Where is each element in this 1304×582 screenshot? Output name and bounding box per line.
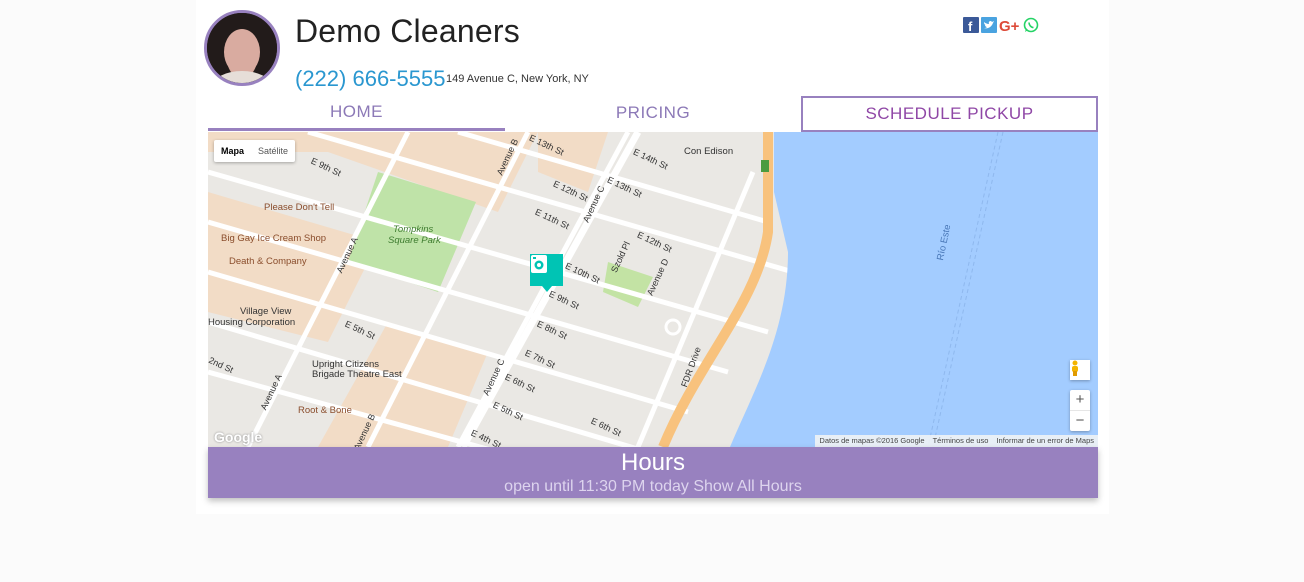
map-type-map[interactable]: Mapa bbox=[214, 140, 251, 162]
business-name: Demo Cleaners bbox=[295, 13, 520, 49]
washing-machine-icon bbox=[531, 255, 547, 273]
map-label: Con Edison bbox=[684, 146, 734, 157]
report-error-link[interactable]: Informar de un error de Maps bbox=[996, 435, 1094, 447]
svg-text:G+: G+ bbox=[999, 18, 1020, 33]
nav-tabs: HOME PRICING SCHEDULE PICKUP bbox=[208, 96, 1098, 132]
terms-link[interactable]: Términos de uso bbox=[933, 435, 989, 447]
map-data-credit: Datos de mapas ©2016 Google bbox=[819, 436, 925, 445]
map-type-toggle: Mapa Satélite bbox=[214, 140, 296, 162]
business-address: 149 Avenue C, New York, NY bbox=[446, 73, 589, 85]
hours-subtitle[interactable]: open until 11:30 PM today Show All Hours bbox=[208, 478, 1098, 496]
tab-pricing[interactable]: PRICING bbox=[505, 96, 801, 130]
zoom-out-button[interactable]: − bbox=[1070, 410, 1090, 431]
twitter-icon[interactable] bbox=[981, 17, 997, 33]
map-label: Big Gay Ice Cream Shop bbox=[221, 233, 327, 244]
map-attribution: Datos de mapas ©2016 Google Términos de … bbox=[815, 435, 1098, 447]
tab-home[interactable]: HOME bbox=[208, 96, 505, 131]
svg-text:f: f bbox=[968, 19, 973, 33]
hours-title: Hours bbox=[620, 449, 686, 476]
map-label: Death & Company bbox=[229, 256, 307, 267]
map-label: Square Park bbox=[388, 235, 441, 246]
facebook-icon[interactable]: f bbox=[963, 17, 979, 33]
map[interactable]: Mapa Satélite Con Edison Please Don't Te… bbox=[208, 132, 1098, 447]
phone-link[interactable]: (222) 666-5555 bbox=[295, 66, 445, 92]
whatsapp-icon[interactable] bbox=[1023, 17, 1039, 33]
avatar bbox=[204, 10, 280, 86]
map-label: Please Don't Tell bbox=[264, 202, 335, 213]
map-label: Brigade Theatre East bbox=[312, 369, 402, 380]
hours-panel[interactable]: Hours open until 11:30 PM today Show All… bbox=[208, 447, 1098, 498]
map-type-satellite[interactable]: Satélite bbox=[251, 140, 295, 162]
map-label: Housing Corporation bbox=[208, 317, 296, 328]
location-marker[interactable] bbox=[530, 254, 563, 292]
google-logo: Google bbox=[214, 429, 263, 445]
street-view-pegman-icon[interactable] bbox=[1070, 360, 1090, 380]
google-plus-icon[interactable]: G+ bbox=[999, 17, 1021, 33]
map-label: Root & Bone bbox=[298, 405, 352, 416]
social-links: f G+ bbox=[963, 17, 1039, 33]
zoom-in-button[interactable]: + bbox=[1070, 390, 1090, 410]
zoom-controls: + − bbox=[1070, 390, 1090, 431]
map-label: Tompkins bbox=[393, 224, 434, 235]
tab-schedule-pickup[interactable]: SCHEDULE PICKUP bbox=[801, 96, 1098, 132]
map-label: Village View bbox=[240, 306, 292, 317]
